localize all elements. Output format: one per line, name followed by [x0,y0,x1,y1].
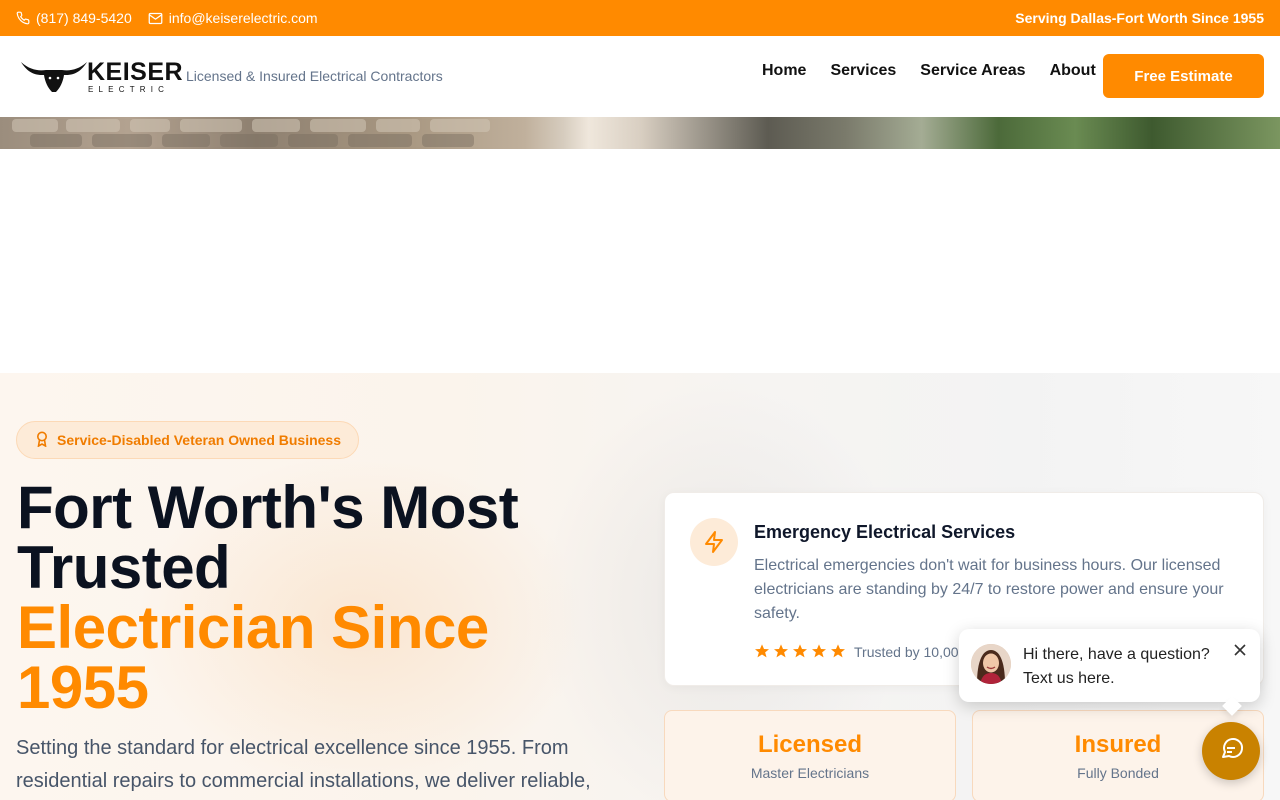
headline-line-2: Trusted [17,534,231,601]
photo-detail [310,119,366,132]
nav-services[interactable]: Services [830,62,896,80]
site-logo[interactable]: KEISER ELECTRIC [20,56,183,99]
photo-detail [130,119,170,132]
longhorn-icon [20,58,88,99]
nav-service-areas[interactable]: Service Areas [920,62,1025,80]
chat-message-line-2: Text us here. [1023,670,1115,687]
photo-detail [30,134,82,147]
photo-detail [92,134,152,147]
header-tagline: Licensed & Insured Electrical Contractor… [186,68,443,84]
chat-launcher-button[interactable] [1202,722,1260,780]
main-nav: Home Services Service Areas About [762,62,1096,80]
photo-detail [430,119,490,132]
star-icon [774,644,788,658]
headline-line-1: Fort Worth's Most [17,474,519,541]
photo-detail [180,119,242,132]
lightning-icon [690,518,738,566]
photo-detail [422,134,474,147]
phone-icon [16,11,30,25]
emergency-description: Electrical emergencies don't wait for bu… [754,557,1224,622]
star-icon [812,644,826,658]
emergency-title: Emergency Electrical Services [754,522,1016,542]
photo-detail [376,119,420,132]
chat-bubble-icon [1217,735,1245,768]
headline-accent-1: Electrician Since [17,594,489,661]
mail-icon [148,12,163,25]
star-icon [755,644,769,658]
star-icon [831,644,845,658]
email-link[interactable]: info@keiserelectric.com [148,10,318,26]
phone-link[interactable]: (817) 849-5420 [16,10,132,26]
site-header: KEISER ELECTRIC Licensed & Insured Elect… [0,36,1280,117]
chat-message-line-1: Hi there, have a question? [1023,646,1210,663]
photo-detail [12,119,58,132]
photo-detail [288,134,338,147]
chat-popup[interactable]: Hi there, have a question? Text us here. [959,629,1260,716]
hero-section: Service-Disabled Veteran Owned Business … [0,373,1280,800]
logo-subtitle: ELECTRIC [88,85,170,94]
badge-label: Service-Disabled Veteran Owned Business [57,432,342,448]
contact-info: (817) 849-5420 info@keiserelectric.com [16,0,318,36]
top-bar: (817) 849-5420 info@keiserelectric.com S… [0,0,1280,36]
photo-detail [348,134,412,147]
photo-detail [252,119,300,132]
stat-label: Master Electricians [750,765,870,781]
hero-lead: Setting the standard for electrical exce… [16,737,591,792]
hero-photo-strip [0,117,1280,149]
logo-wordmark: KEISER [87,58,184,86]
chat-message: Hi there, have a question? Text us here. [1023,643,1223,691]
photo-detail [220,134,278,147]
trust-text: Trusted by 10,000 [854,644,962,660]
award-icon [35,431,49,450]
photo-detail [66,119,120,132]
free-estimate-button[interactable]: Free Estimate [1103,54,1264,98]
veteran-badge: Service-Disabled Veteran Owned Business [16,421,360,459]
service-slogan: Serving Dallas-Fort Worth Since 1955 [1015,10,1264,26]
email-address: info@keiserelectric.com [168,10,318,26]
licensed-stat-card: Licensed Master Electricians [664,710,956,800]
photo-detail [162,134,210,147]
phone-number: (817) 849-5420 [36,10,132,26]
nav-home[interactable]: Home [762,62,806,80]
hero-headline: Fort Worth's Most Trusted Electrician Si… [17,478,637,718]
stat-value: Licensed [757,731,863,758]
headline-accent-2: 1955 [17,654,149,721]
nav-about[interactable]: About [1050,62,1096,80]
agent-avatar [971,644,1011,684]
close-icon[interactable] [1233,643,1247,657]
rating-stars [754,643,846,659]
star-icon [793,644,807,658]
